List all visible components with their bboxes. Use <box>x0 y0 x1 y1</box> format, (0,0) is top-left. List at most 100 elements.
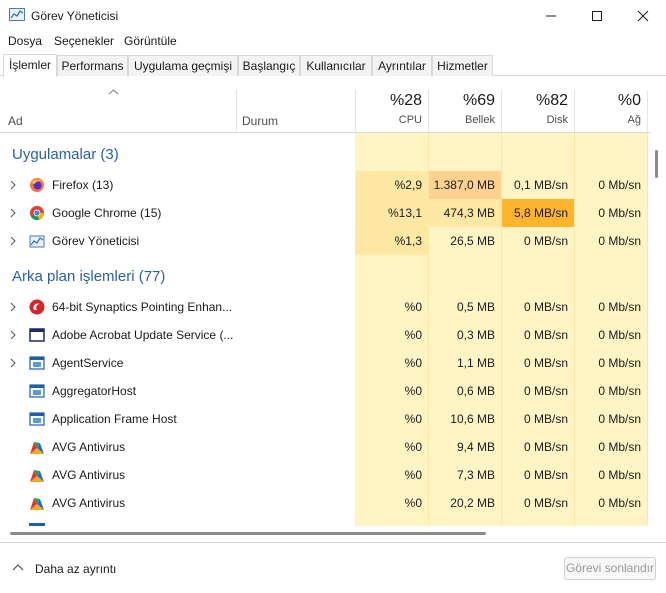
menu-options[interactable]: Seçenekler <box>54 34 114 48</box>
cpu-value: %0 <box>404 440 422 454</box>
sort-up-icon <box>108 89 119 95</box>
column-header-disk[interactable]: Disk <box>501 114 568 126</box>
memory-total[interactable]: %69 <box>428 92 495 110</box>
chrome-icon <box>30 206 44 221</box>
network-value: 0 Mb/sn <box>598 384 641 398</box>
table-row[interactable]: AVG Antivirus %0 20,2 MB 0 MB/sn 0 Mb/sn <box>0 489 666 517</box>
process-name: AgentService <box>52 356 124 370</box>
table-row[interactable]: Adobe Acrobat Update Service (... %0 0,3… <box>0 321 666 349</box>
memory-value: 1.387,0 MB <box>433 178 495 192</box>
network-value: 0 Mb/sn <box>598 300 641 314</box>
table-row[interactable]: Google Chrome (15) %13,1 474,3 MB 5,8 MB… <box>0 199 666 227</box>
chevron-right-icon[interactable] <box>9 302 17 312</box>
end-task-button[interactable]: Görevi sonlandır <box>564 557 656 580</box>
menu-file[interactable]: Dosya <box>8 34 42 48</box>
window-icon <box>29 328 45 342</box>
group-title: Uygulamalar (3) <box>12 146 119 163</box>
memory-value: 0,3 MB <box>456 328 495 342</box>
network-total[interactable]: %0 <box>574 92 641 110</box>
tab-users[interactable]: Kullanıcılar <box>300 55 372 76</box>
minimize-icon <box>546 15 556 16</box>
cpu-value: %0 <box>404 468 422 482</box>
cpu-value: %0 <box>404 412 422 426</box>
network-value: 0 Mb/sn <box>598 328 641 342</box>
task-manager-icon <box>29 235 45 248</box>
close-icon <box>637 10 649 21</box>
horizontal-scrollbar[interactable] <box>0 526 650 542</box>
chevron-right-icon[interactable] <box>9 180 17 190</box>
menu-view[interactable]: Görüntüle <box>124 34 177 48</box>
tab-processes[interactable]: İşlemler <box>3 54 57 77</box>
cpu-total[interactable]: %28 <box>355 92 422 110</box>
maximize-icon <box>592 10 602 21</box>
table-row[interactable] <box>0 517 666 526</box>
disk-total[interactable]: %82 <box>501 92 568 110</box>
column-separator <box>236 90 237 133</box>
table-row[interactable]: AVG Antivirus %0 9,4 MB 0 MB/sn 0 Mb/sn <box>0 433 666 461</box>
table-row[interactable]: AggregatorHost %0 0,6 MB 0 MB/sn 0 Mb/sn <box>0 377 666 405</box>
network-value: 0 Mb/sn <box>598 412 641 426</box>
service-icon <box>29 356 45 370</box>
title-bar: Görev Yöneticisi <box>0 0 666 31</box>
process-table: Ad Durum %28 CPU %69 Bellek %82 Disk %0 … <box>0 76 666 526</box>
column-header-name[interactable]: Ad <box>8 114 23 128</box>
column-header-status[interactable]: Durum <box>242 114 278 128</box>
fewer-details-button[interactable]: Daha az ayrıntı <box>35 562 116 576</box>
disk-value: 0 MB/sn <box>523 468 568 482</box>
cpu-value: %0 <box>404 328 422 342</box>
memory-value: 1,1 MB <box>456 356 495 370</box>
table-row[interactable]: Görev Yöneticisi %1,3 26,5 MB 0 MB/sn 0 … <box>0 227 666 255</box>
memory-value: 9,4 MB <box>456 440 495 454</box>
maximize-button[interactable] <box>574 0 620 31</box>
footer: Daha az ayrıntı Görevi sonlandır <box>0 542 666 593</box>
process-name: AVG Antivirus <box>52 496 126 510</box>
tab-performance[interactable]: Performans <box>57 55 128 76</box>
process-name: 64-bit Synaptics Pointing Enhan... <box>52 300 233 314</box>
group-row-apps[interactable]: Uygulamalar (3) <box>0 141 666 169</box>
disk-value: 0 MB/sn <box>523 496 568 510</box>
column-header-memory[interactable]: Bellek <box>428 114 495 126</box>
vertical-scroll-thumb[interactable] <box>655 150 658 178</box>
column-header-cpu[interactable]: CPU <box>355 114 422 126</box>
memory-value: 0,5 MB <box>456 300 495 314</box>
chevron-up-icon[interactable] <box>12 563 24 571</box>
menu-bar: Dosya Seçenekler Görüntüle <box>0 31 666 51</box>
memory-value: 20,2 MB <box>450 496 495 510</box>
table-row[interactable]: AgentService %0 1,1 MB 0 MB/sn 0 Mb/sn <box>0 349 666 377</box>
column-header-network[interactable]: Ağ <box>574 114 641 126</box>
close-button[interactable] <box>620 0 666 31</box>
chevron-right-icon[interactable] <box>9 208 17 218</box>
chevron-right-icon[interactable] <box>9 236 17 246</box>
process-name: AVG Antivirus <box>52 468 126 482</box>
cpu-value: %0 <box>404 300 422 314</box>
cpu-value: %13,1 <box>387 206 422 220</box>
tab-app-history[interactable]: Uygulama geçmişi <box>128 55 238 76</box>
disk-value: 0 MB/sn <box>523 300 568 314</box>
disk-value: 0 MB/sn <box>523 328 568 342</box>
window-title: Görev Yöneticisi <box>31 9 119 23</box>
table-row[interactable]: Application Frame Host %0 10,6 MB 0 MB/s… <box>0 405 666 433</box>
table-row[interactable]: Firefox (13) %2,9 1.387,0 MB 0,1 MB/sn 0… <box>0 171 666 199</box>
disk-value: 0 MB/sn <box>523 440 568 454</box>
group-row-background[interactable]: Arka plan işlemleri (77) <box>0 263 666 291</box>
chevron-right-icon[interactable] <box>9 330 17 340</box>
service-icon <box>29 412 45 426</box>
disk-value: 0 MB/sn <box>523 412 568 426</box>
tab-startup[interactable]: Başlangıç <box>238 55 300 76</box>
horizontal-scroll-thumb[interactable] <box>10 532 486 535</box>
network-value: 0 Mb/sn <box>598 356 641 370</box>
table-row[interactable]: AVG Antivirus %0 7,3 MB 0 MB/sn 0 Mb/sn <box>0 461 666 489</box>
cpu-value: %0 <box>404 356 422 370</box>
minimize-button[interactable] <box>528 0 574 31</box>
process-name: AggregatorHost <box>52 384 137 398</box>
memory-value: 26,5 MB <box>450 234 495 248</box>
column-separator <box>647 90 648 133</box>
process-name: Görev Yöneticisi <box>52 234 140 248</box>
process-name: Adobe Acrobat Update Service (... <box>52 328 234 342</box>
chevron-right-icon[interactable] <box>9 358 17 368</box>
vertical-scrollbar[interactable] <box>650 76 666 526</box>
tab-services[interactable]: Hizmetler <box>432 55 493 76</box>
tab-details[interactable]: Ayrıntılar <box>372 55 432 76</box>
table-row[interactable]: 64-bit Synaptics Pointing Enhan... %0 0,… <box>0 293 666 321</box>
service-icon <box>29 384 45 398</box>
